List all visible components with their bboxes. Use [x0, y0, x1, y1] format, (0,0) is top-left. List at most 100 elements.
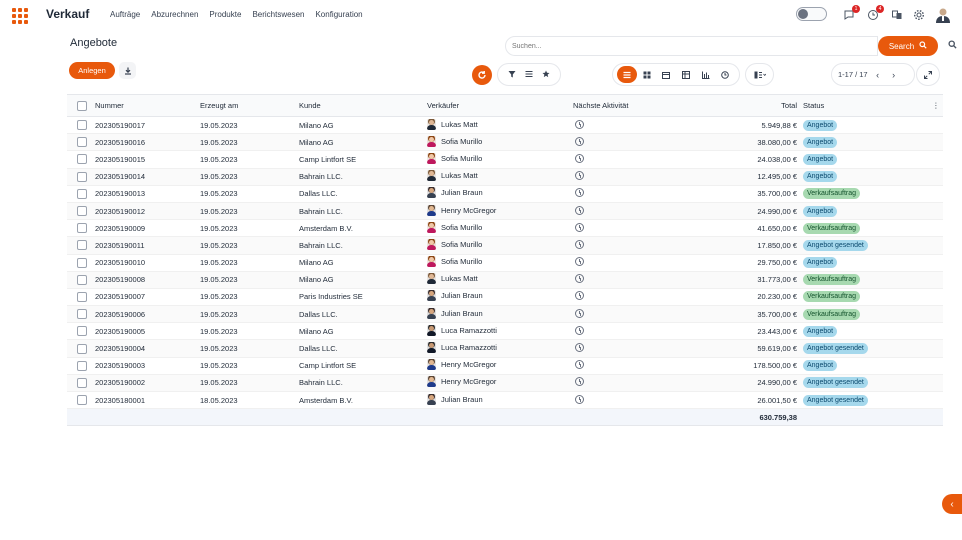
kanban-view-icon[interactable] [637, 66, 657, 83]
menu-item-to-invoice[interactable]: Abzurechnen [151, 10, 198, 19]
row-checkbox[interactable] [77, 343, 87, 354]
table-row[interactable]: 202305190016 19.05.2023 Milano AG Sofia Mur… [67, 133, 943, 152]
header-activity[interactable]: Nächste Aktivität [573, 94, 693, 117]
activity-clock-icon[interactable] [575, 360, 584, 370]
menu-item-orders[interactable]: Aufträge [110, 10, 140, 19]
chevron-left-icon[interactable]: ‹ [942, 494, 962, 514]
activity-clock-icon[interactable] [575, 274, 584, 284]
download-icon[interactable] [119, 62, 136, 79]
row-checkbox[interactable] [77, 309, 87, 320]
activity-clock-icon[interactable] [575, 257, 584, 267]
table-row[interactable]: 202305190002 19.05.2023 Bahrain LLC. Henry … [67, 374, 943, 393]
activity-clock-icon[interactable] [575, 325, 584, 335]
row-checkbox[interactable] [77, 206, 87, 217]
header-number[interactable]: Nummer [95, 94, 200, 117]
activity-clock-icon[interactable] [575, 188, 584, 198]
row-checkbox[interactable] [77, 240, 87, 251]
row-salesperson[interactable]: Henry McGregor [427, 204, 496, 216]
row-checkbox[interactable] [77, 154, 87, 165]
chat-icon[interactable]: 1 [842, 5, 860, 22]
activity-clock-icon[interactable] [575, 308, 584, 318]
clock-icon[interactable]: 4 [866, 5, 884, 22]
table-row[interactable]: 202305190011 19.05.2023 Bahrain LLC. Sofia … [67, 236, 943, 255]
group-by-icon[interactable] [525, 70, 533, 80]
row-checkbox[interactable] [77, 274, 87, 285]
row-checkbox[interactable] [77, 120, 87, 131]
row-checkbox[interactable] [77, 377, 87, 388]
pager-previous-icon[interactable]: ‹ [872, 70, 884, 80]
activity-clock-icon[interactable] [575, 239, 584, 249]
app-brand[interactable]: Verkauf [46, 7, 89, 21]
header-created[interactable]: Erzeugt am [200, 94, 299, 117]
header-total[interactable]: Total [693, 94, 801, 117]
user-avatar[interactable] [936, 7, 950, 23]
graph-view-icon[interactable] [696, 66, 716, 83]
activity-clock-icon[interactable] [575, 136, 584, 146]
apps-grid-icon[interactable] [12, 8, 28, 24]
row-checkbox[interactable] [77, 137, 87, 148]
row-salesperson[interactable]: Luca Ramazzotti [427, 342, 497, 354]
table-row[interactable]: 202305190003 19.05.2023 Camp Lintfort SE He… [67, 357, 943, 375]
table-row[interactable]: 202305190008 19.05.2023 Milano AG Lukas Mat… [67, 271, 943, 289]
table-row[interactable]: 202305190004 19.05.2023 Dallas LLC. Luca Ra… [67, 339, 943, 358]
activity-clock-icon[interactable] [575, 205, 584, 215]
list-view-icon[interactable] [617, 66, 637, 83]
row-checkbox[interactable] [77, 326, 87, 337]
header-salesperson[interactable]: Verkäufer [427, 94, 573, 117]
activity-clock-icon[interactable] [575, 119, 584, 129]
refresh-icon[interactable] [472, 65, 492, 85]
table-row[interactable]: 202305190006 19.05.2023 Dallas LLC. Julian … [67, 305, 943, 324]
fullscreen-icon[interactable] [916, 63, 940, 86]
select-all-checkbox[interactable] [77, 100, 87, 111]
table-row[interactable]: 202305190007 19.05.2023 Paris Industries S… [67, 288, 943, 307]
menu-item-configuration[interactable]: Konfiguration [315, 10, 362, 19]
search-button[interactable]: Search [878, 36, 938, 56]
activity-clock-icon[interactable] [575, 153, 584, 163]
row-salesperson[interactable]: Julian Braun [427, 290, 483, 302]
row-checkbox[interactable] [77, 395, 87, 406]
activity-clock-icon[interactable] [575, 377, 584, 387]
row-salesperson[interactable]: Sofia Murillo [427, 238, 482, 250]
activity-clock-icon[interactable] [575, 171, 584, 181]
search-input[interactable] [512, 42, 877, 50]
menu-item-products[interactable]: Produkte [209, 10, 241, 19]
dark-mode-toggle[interactable] [796, 7, 827, 21]
row-salesperson[interactable]: Henry McGregor [427, 359, 496, 371]
activity-clock-icon[interactable] [575, 291, 584, 301]
pager-value[interactable]: 1-17 / 17 [838, 70, 868, 79]
row-salesperson[interactable]: Lukas Matt [427, 170, 478, 182]
activity-view-icon[interactable] [715, 66, 735, 83]
table-row[interactable]: 202305190014 19.05.2023 Bahrain LLC. Lukas … [67, 168, 943, 186]
row-checkbox[interactable] [77, 257, 87, 268]
table-row[interactable]: 202305190005 19.05.2023 Milano AG Luca Rama… [67, 322, 943, 341]
calendar-view-icon[interactable] [656, 66, 676, 83]
menu-item-reporting[interactable]: Berichtswesen [252, 10, 304, 19]
gear-icon[interactable] [912, 8, 926, 22]
row-salesperson[interactable]: Sofia Murillo [427, 135, 482, 147]
table-row[interactable]: 202305190017 19.05.2023 Milano AG Lukas Mat… [67, 116, 943, 135]
table-row[interactable]: 202305190015 19.05.2023 Camp Lintfort SE So… [67, 150, 943, 169]
row-salesperson[interactable]: Henry McGregor [427, 376, 496, 388]
header-customer[interactable]: Kunde [299, 94, 427, 117]
create-button[interactable]: Anlegen [69, 62, 115, 79]
row-salesperson[interactable]: Lukas Matt [427, 118, 478, 130]
activity-clock-icon[interactable] [575, 343, 584, 353]
language-icon[interactable] [890, 8, 904, 22]
table-row[interactable]: 202305190010 19.05.2023 Milano AG Sofia Mur… [67, 254, 943, 272]
table-row[interactable]: 202305190009 19.05.2023 Amsterdam B.V. Sofi… [67, 219, 943, 238]
search-field[interactable] [505, 36, 878, 56]
activity-clock-icon[interactable] [575, 222, 584, 232]
table-row[interactable]: 202305190012 19.05.2023 Bahrain LLC. Henry … [67, 202, 943, 221]
row-checkbox[interactable] [77, 223, 87, 234]
optional-columns-icon[interactable]: ⋮ [929, 94, 943, 117]
row-salesperson[interactable]: Julian Braun [427, 393, 483, 405]
activity-clock-icon[interactable] [575, 394, 584, 404]
filter-icon[interactable] [508, 70, 516, 80]
table-row[interactable]: 202305180001 18.05.2023 Amsterdam B.V. Juli… [67, 391, 943, 410]
row-salesperson[interactable]: Sofia Murillo [427, 221, 482, 233]
row-checkbox[interactable] [77, 171, 87, 182]
row-salesperson[interactable]: Julian Braun [427, 307, 483, 319]
star-icon[interactable] [542, 70, 550, 80]
row-checkbox[interactable] [77, 188, 87, 199]
table-row[interactable]: 202305190013 19.05.2023 Dallas LLC. Julian … [67, 185, 943, 203]
